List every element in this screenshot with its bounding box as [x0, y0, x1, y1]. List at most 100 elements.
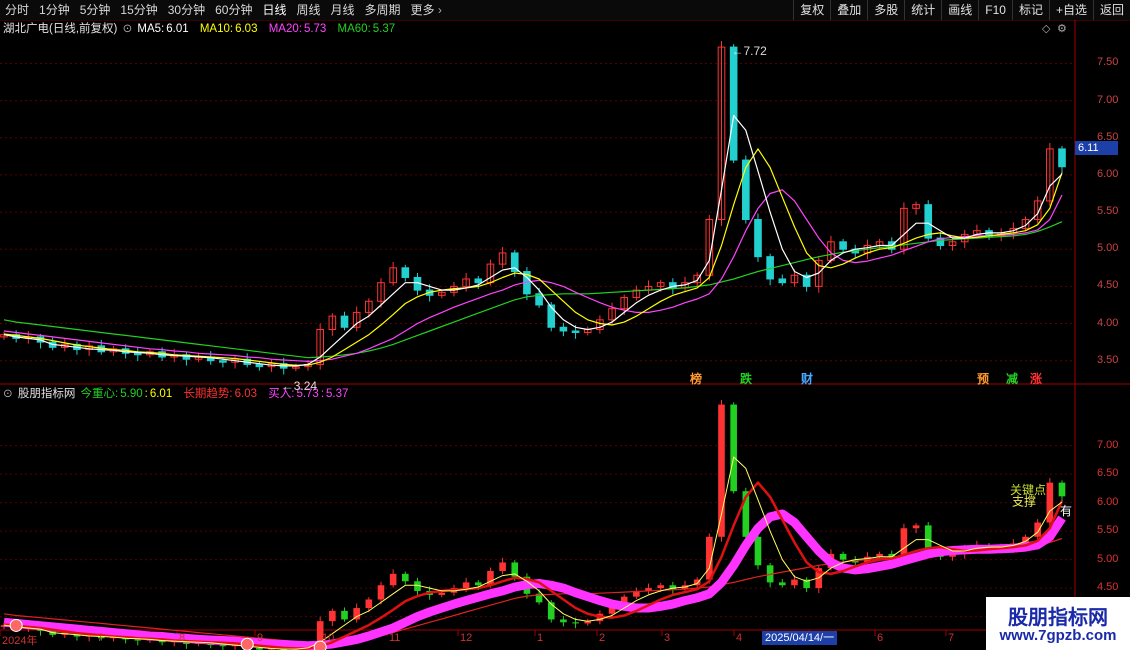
- candle-body: [292, 366, 300, 369]
- candle-body: [948, 241, 957, 247]
- sub-bar: [353, 608, 360, 620]
- tab-timeframe-2[interactable]: 5分钟: [75, 0, 116, 20]
- candle-body: [0, 334, 8, 338]
- tab-timeframe-0[interactable]: 分时: [0, 0, 34, 20]
- candle-body: [194, 356, 203, 360]
- sub-bar: [389, 573, 397, 586]
- event-marker-0[interactable]: 榜: [690, 370, 702, 387]
- diamond-icon[interactable]: ◇: [1042, 22, 1050, 35]
- ma20-line: [3, 189, 1063, 362]
- candle-body: [620, 297, 629, 310]
- candle-body: [73, 343, 81, 351]
- toolbar-button-3[interactable]: 统计: [904, 0, 941, 20]
- sub-bar: [754, 536, 762, 566]
- tab-timeframe-4[interactable]: 30分钟: [163, 0, 210, 20]
- sub-bar: [937, 551, 944, 557]
- sub-bar: [803, 579, 810, 589]
- event-marker-1[interactable]: 跌: [740, 370, 752, 387]
- candle-body: [182, 354, 191, 360]
- event-marker-4[interactable]: 减: [1006, 370, 1018, 387]
- buy-value-b: 5.37: [326, 388, 349, 400]
- candle-body: [583, 328, 592, 333]
- candle-body: [717, 46, 726, 221]
- candle-body: [754, 219, 762, 258]
- trend-value: 6.03: [234, 388, 258, 400]
- center-sep: :: [144, 388, 148, 400]
- event-marker-2[interactable]: 财: [801, 370, 813, 387]
- tab-timeframe-10[interactable]: 更多: [406, 0, 447, 20]
- candle-body: [997, 232, 1006, 237]
- tab-timeframe-9[interactable]: 多周期: [360, 0, 406, 20]
- candle-body: [571, 330, 580, 333]
- tab-timeframe-8[interactable]: 月线: [326, 0, 360, 20]
- sub-buy-b-line: [3, 537, 1063, 644]
- event-marker-3[interactable]: 预: [977, 370, 989, 387]
- candle-body: [656, 282, 665, 287]
- settings-icon[interactable]: ⚙: [1057, 22, 1067, 35]
- event-marker-5[interactable]: 涨: [1030, 370, 1042, 387]
- sub-bar: [815, 568, 823, 589]
- candle-body: [450, 285, 458, 293]
- candle-body: [97, 345, 106, 353]
- sub-bar: [438, 592, 446, 595]
- main-y-tick-4: 5.50: [1097, 205, 1119, 218]
- ma10-label: MA10:: [199, 23, 234, 35]
- toolbar-button-8[interactable]: 返回: [1092, 0, 1130, 20]
- candle-body: [1058, 148, 1066, 168]
- sub-legend-toggle-icon[interactable]: ⊙: [3, 388, 13, 400]
- tab-timeframe-6[interactable]: 日线: [257, 0, 291, 20]
- candle-body: [900, 207, 908, 250]
- toolbar-button-4[interactable]: 画线: [941, 0, 978, 20]
- center-value-a: 5.90: [120, 388, 143, 400]
- main-y-tick-1: 4.00: [1097, 316, 1119, 329]
- tab-timeframe-7[interactable]: 周线: [291, 0, 325, 20]
- sub-bar: [535, 593, 543, 603]
- candle-body: [693, 274, 701, 284]
- candle-body: [924, 204, 933, 239]
- watermark-title: 股朋指标网: [1008, 607, 1108, 629]
- ma20-label: MA20:: [268, 23, 302, 35]
- candle-body: [60, 343, 69, 348]
- toolbar-button-7[interactable]: +自选: [1048, 0, 1093, 20]
- candle-body: [85, 345, 93, 351]
- tab-timeframe-5[interactable]: 60分钟: [210, 0, 257, 20]
- tab-timeframe-3[interactable]: 15分钟: [115, 0, 162, 20]
- sub-bar: [341, 610, 348, 620]
- candle-body: [814, 259, 823, 287]
- sub-bar: [657, 585, 664, 589]
- sub-bar: [693, 579, 701, 586]
- timeframe-tabs: 分时 1分钟 5分钟 15分钟 30分钟 60分钟 日线 周线 月线 多周期 更多: [0, 0, 447, 20]
- toolbar-button-0[interactable]: 复权: [793, 0, 830, 20]
- legend-toggle-icon[interactable]: ⊙: [123, 23, 133, 35]
- toolbar-button-5[interactable]: F10: [978, 0, 1012, 20]
- sub-bar: [1058, 482, 1066, 497]
- ma10-value: 6.03: [235, 23, 258, 35]
- sub-bar: [620, 596, 628, 606]
- sub-bar: [1010, 543, 1017, 548]
- candle-body: [243, 358, 252, 365]
- ma5-line: [3, 114, 1063, 367]
- toolbar-button-6[interactable]: 标记: [1011, 0, 1049, 20]
- candle-body: [778, 278, 787, 284]
- candle-body: [802, 274, 811, 287]
- main-y-tick-5: 6.00: [1097, 167, 1119, 180]
- sub-bar: [487, 571, 494, 586]
- candle-body: [279, 363, 288, 369]
- sub-bar: [584, 621, 592, 624]
- candle-body: [401, 267, 410, 278]
- toolbar-button-1[interactable]: 叠加: [830, 0, 867, 20]
- candle-body: [328, 315, 337, 330]
- date-tick-5: 11: [389, 632, 401, 644]
- profit-label: 有: [1060, 504, 1072, 518]
- kline-chart[interactable]: ←7.72←3.24 关键点支撑有: [0, 0, 1130, 650]
- candle-body: [24, 336, 33, 339]
- sub-bar: [414, 581, 421, 591]
- tab-timeframe-1[interactable]: 1分钟: [34, 0, 75, 20]
- toolbar-button-2[interactable]: 多股: [867, 0, 904, 20]
- sub-bar: [25, 626, 32, 628]
- sub-bar: [985, 545, 993, 550]
- candle-body: [681, 282, 689, 289]
- candle-body: [1009, 227, 1018, 234]
- candle-body: [158, 351, 166, 358]
- sub-bar: [924, 525, 932, 552]
